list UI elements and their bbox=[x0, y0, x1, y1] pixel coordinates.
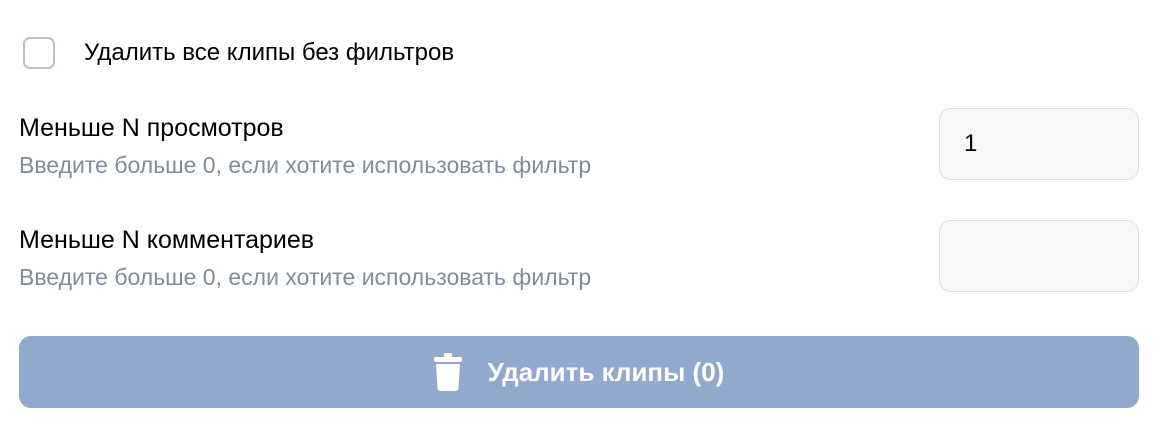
comments-filter-input[interactable] bbox=[939, 220, 1139, 292]
delete-all-checkbox-row[interactable]: Удалить все клипы без фильтров bbox=[23, 36, 454, 70]
trash-icon bbox=[433, 353, 462, 391]
views-filter: Меньше N просмотров Введите больше 0, ес… bbox=[19, 108, 1139, 182]
comments-filter-title: Меньше N комментариев bbox=[19, 226, 315, 254]
views-filter-title: Меньше N просмотров bbox=[19, 114, 284, 142]
delete-all-checkbox[interactable] bbox=[23, 37, 55, 69]
delete-clips-button[interactable]: Удалить клипы (0) bbox=[19, 336, 1139, 408]
delete-all-label[interactable]: Удалить все клипы без фильтров bbox=[84, 39, 454, 67]
comments-filter: Меньше N комментариев Введите больше 0, … bbox=[19, 220, 1139, 294]
comments-filter-hint: Введите больше 0, если хотите использова… bbox=[19, 264, 592, 290]
views-filter-hint: Введите больше 0, если хотите использова… bbox=[19, 152, 592, 178]
views-filter-input[interactable] bbox=[939, 108, 1139, 180]
delete-clips-label: Удалить клипы (0) bbox=[487, 356, 725, 387]
